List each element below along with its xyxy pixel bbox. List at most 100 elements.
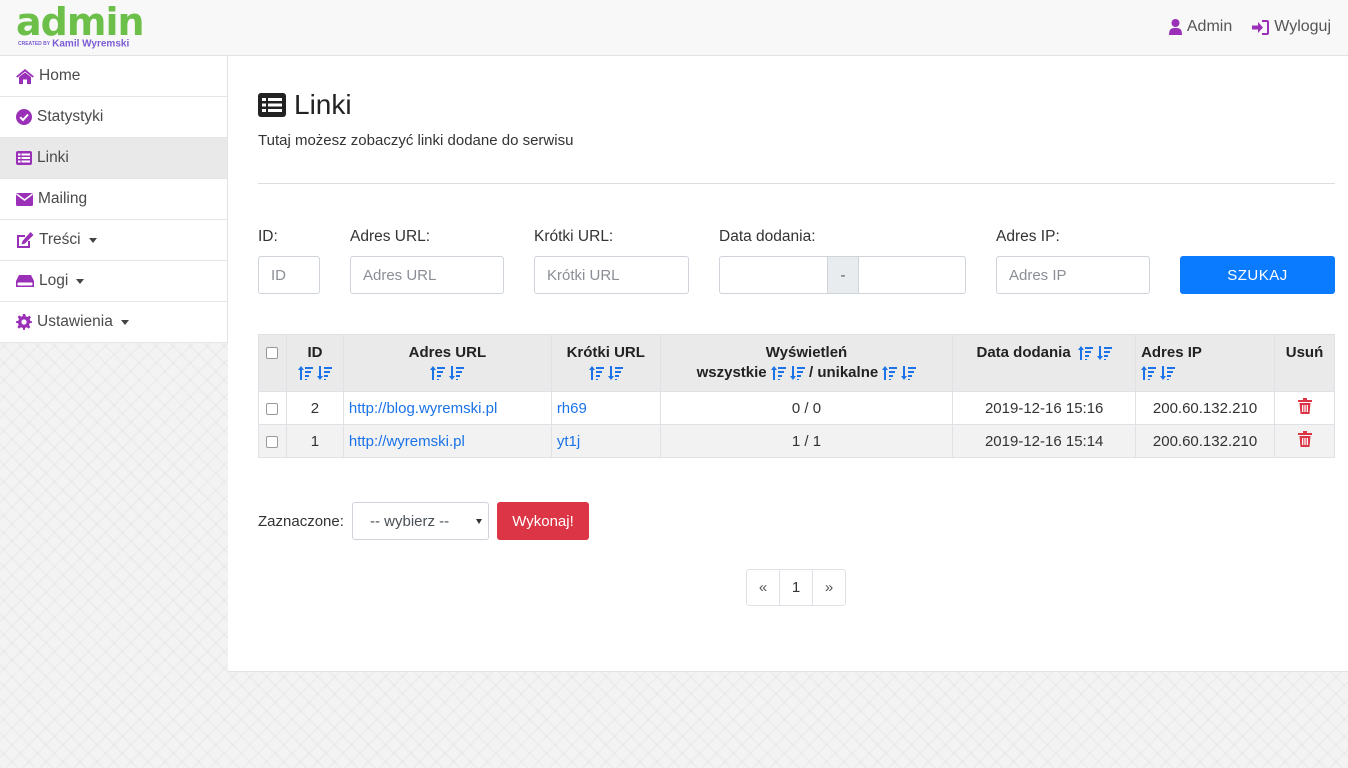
column-header-id: ID	[285, 334, 344, 392]
ip-filter-input[interactable]	[996, 256, 1150, 294]
page-title: Linki	[294, 89, 352, 120]
gear-icon	[16, 314, 32, 330]
logo-text: admin	[16, 0, 145, 44]
pagination-prev[interactable]: «	[746, 569, 780, 606]
views-all-label: wszystkie	[696, 364, 767, 381]
search-button[interactable]: SZUKAJ	[1180, 256, 1335, 294]
column-header-url: Adres URL	[342, 334, 552, 392]
row-select-cell	[258, 424, 287, 458]
cell-delete	[1274, 424, 1335, 458]
page-subtitle: Tutaj możesz zobaczyć linki dodane do se…	[258, 132, 574, 149]
column-header-label: Krótki URL	[566, 344, 645, 361]
sidebar-item-mailing[interactable]: Mailing	[0, 179, 227, 220]
sidebar-item-logi[interactable]: Logi	[0, 261, 227, 302]
sort-desc-icon[interactable]	[449, 366, 465, 381]
sidebar-item-label: Ustawienia	[37, 313, 113, 330]
column-header-label: Adres IP	[1141, 344, 1202, 361]
sort-desc-icon[interactable]	[1160, 366, 1176, 381]
page-heading: Linki	[258, 89, 352, 121]
chevron-down-icon	[76, 278, 85, 284]
sidebar-item-label: Mailing	[38, 190, 88, 207]
sort-desc-icon[interactable]	[789, 366, 805, 381]
sidebar-item-tresci[interactable]: Treści	[0, 220, 227, 261]
logo-subtitle: CREATED BY Kamil Wyremski	[18, 38, 129, 51]
short-url-link[interactable]: yt1j	[557, 433, 580, 450]
envelope-icon	[16, 192, 33, 206]
sort-desc-icon[interactable]	[1096, 346, 1112, 361]
cell-short-url: yt1j	[550, 424, 661, 458]
logo[interactable]: admin CREATED BY Kamil Wyremski	[16, 0, 145, 50]
column-header-ip: Adres IP	[1135, 334, 1275, 392]
url-link[interactable]: http://blog.wyremski.pl	[349, 400, 497, 417]
sort-desc-icon[interactable]	[316, 366, 332, 381]
trash-icon[interactable]	[1297, 431, 1312, 447]
sidebar-item-statystyki[interactable]: Statystyki	[0, 97, 227, 138]
date-from-input[interactable]	[719, 256, 827, 294]
user-link[interactable]: Admin	[1168, 18, 1233, 36]
column-header-short-url: Krótki URL	[550, 334, 661, 392]
logo-author: Kamil Wyremski	[52, 38, 130, 50]
sort-asc-icon[interactable]	[430, 366, 446, 381]
sidebar-item-label: Home	[39, 67, 81, 84]
url-link[interactable]: http://wyremski.pl	[349, 433, 465, 450]
pagination: « 1 »	[746, 569, 846, 606]
chevron-down-icon	[88, 237, 97, 243]
sort-desc-icon[interactable]	[607, 366, 623, 381]
sidebar-item-ustawienia[interactable]: Ustawienia	[0, 302, 227, 343]
date-to-input[interactable]	[859, 256, 966, 294]
logout-link-label: Wyloguj	[1274, 18, 1331, 35]
logout-link[interactable]: Wyloguj	[1252, 18, 1331, 36]
sidebar-item-label: Treści	[39, 231, 81, 248]
sidebar: Home Statystyki Linki Mailing Treści Log…	[0, 56, 228, 343]
views-separator: /	[809, 364, 814, 381]
home-icon	[16, 68, 34, 84]
sign-in-icon	[1252, 19, 1270, 35]
row-checkbox[interactable]	[266, 435, 279, 448]
sort-asc-icon[interactable]	[1077, 346, 1093, 361]
pagination-next[interactable]: »	[812, 569, 846, 606]
select-all-cell	[258, 334, 287, 392]
trash-icon[interactable]	[1297, 398, 1312, 414]
cell-id: 2	[285, 391, 344, 425]
main-content: Linki Tutaj możesz zobaczyć linki dodane…	[228, 56, 1348, 672]
bulk-action-select[interactable]: -- wybierz --	[352, 502, 489, 540]
id-filter-input[interactable]	[258, 256, 320, 294]
row-checkbox[interactable]	[266, 402, 279, 415]
cell-id: 1	[285, 424, 344, 458]
user-link-label: Admin	[1186, 18, 1233, 35]
sort-asc-icon[interactable]	[297, 366, 313, 381]
date-filter-label: Data dodania:	[719, 228, 816, 245]
table-header-row: ID Adres URL Krótki URL Wyświetleń wszys…	[258, 334, 1335, 392]
sort-asc-icon[interactable]	[588, 366, 604, 381]
execute-button[interactable]: Wykonaj!	[497, 502, 589, 540]
cell-views: 1 / 1	[659, 424, 954, 458]
pagination-page[interactable]: 1	[779, 569, 813, 606]
sort-asc-icon[interactable]	[882, 366, 898, 381]
sort-asc-icon[interactable]	[770, 366, 786, 381]
drive-icon	[16, 275, 34, 287]
url-filter-label: Adres URL:	[350, 228, 431, 245]
sidebar-item-label: Statystyki	[37, 108, 104, 125]
cell-url: http://blog.wyremski.pl	[342, 391, 552, 425]
sidebar-item-linki[interactable]: Linki	[0, 138, 227, 179]
column-header-label: Wyświetleń	[765, 344, 848, 361]
select-all-checkbox[interactable]	[266, 347, 279, 360]
table-row: 2 http://blog.wyremski.pl rh69 0 / 0 201…	[258, 391, 1335, 425]
short-url-link[interactable]: rh69	[557, 400, 587, 417]
list-icon	[258, 93, 286, 117]
ip-filter-label: Adres IP:	[996, 228, 1060, 245]
column-header-label: Usuń	[1285, 344, 1324, 361]
url-filter-input[interactable]	[350, 256, 504, 294]
cell-delete	[1274, 391, 1335, 425]
sort-desc-icon[interactable]	[901, 366, 917, 381]
column-header-delete: Usuń	[1274, 334, 1335, 392]
short-url-filter-input[interactable]	[534, 256, 689, 294]
divider	[258, 183, 1335, 184]
cell-ip: 200.60.132.210	[1135, 391, 1275, 425]
sidebar-item-home[interactable]: Home	[0, 56, 227, 97]
views-unique-label: unikalne	[817, 364, 879, 381]
list-icon	[16, 151, 32, 165]
bulk-action-select-value: -- wybierz --	[370, 512, 450, 530]
sort-asc-icon[interactable]	[1141, 366, 1157, 381]
row-select-cell	[258, 391, 287, 425]
